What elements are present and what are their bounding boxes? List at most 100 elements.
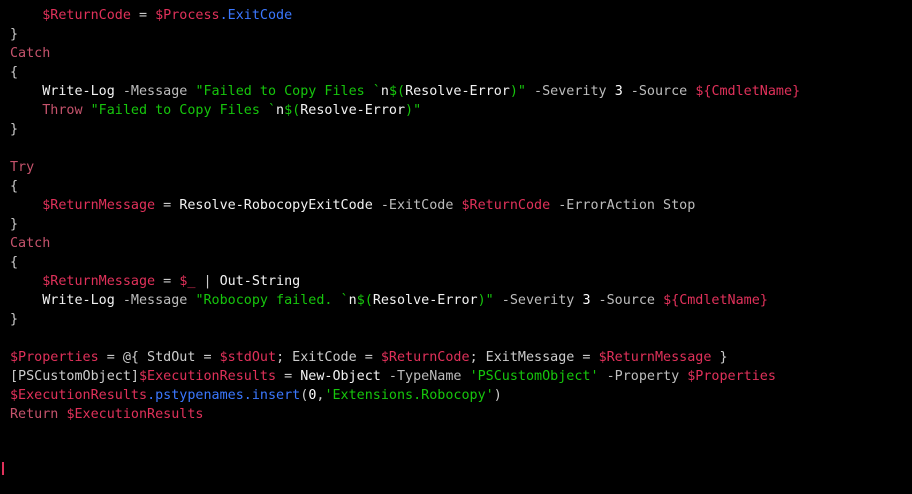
- variable-token: $ReturnCode: [461, 198, 551, 213]
- code-line: }: [10, 310, 18, 329]
- variable-token: $stdOut: [219, 350, 277, 365]
- variable-token: $Process: [155, 8, 220, 23]
- variable-token: $_: [179, 274, 196, 289]
- code-text: }: [711, 350, 728, 365]
- variable-token: $ExecutionResults: [66, 407, 204, 422]
- string-token: 'PSCustomObject': [469, 369, 599, 384]
- command-token: n: [348, 293, 357, 308]
- command-token: n: [380, 84, 389, 99]
- parameter-token: -Source: [622, 84, 696, 99]
- parameter-token: -Severity: [493, 293, 583, 308]
- text-cursor: [2, 462, 4, 475]
- string-token: )": [509, 84, 526, 99]
- code-text: }: [10, 312, 19, 327]
- string-token: "Robocopy failed. `: [195, 293, 349, 308]
- variable-token: }: [759, 293, 768, 308]
- command-token: Write-Log: [42, 293, 115, 308]
- keyword-token: Catch: [10, 236, 51, 251]
- code-text: =: [130, 8, 156, 23]
- parameter-token: -ErrorAction Stop: [550, 198, 696, 213]
- parameter-token: -Severity: [526, 84, 615, 99]
- command-token: Write-Log: [42, 84, 115, 99]
- command-token: Out-String: [219, 274, 301, 289]
- code-text: = @{ StdOut =: [98, 350, 220, 365]
- variable-token: }: [792, 84, 801, 99]
- variable-token: $ReturnMessage: [42, 198, 156, 213]
- string-token: )": [405, 103, 422, 118]
- variable-token: CmdletName: [679, 293, 760, 308]
- code-line: {: [10, 177, 18, 196]
- command-token: Resolve-Error: [372, 293, 478, 308]
- code-line: }: [10, 215, 18, 234]
- code-line: Catch: [10, 234, 50, 253]
- number-token: 3: [614, 84, 623, 99]
- variable-token: $ExecutionResults: [10, 388, 148, 403]
- code-text: ; ExitCode =: [276, 350, 381, 365]
- code-text: [PSCustomObject]: [10, 369, 139, 384]
- code-text: ): [493, 388, 502, 403]
- member-token: .pstypenames.insert: [147, 388, 301, 403]
- member-token: .ExitCode: [219, 8, 293, 23]
- variable-token: ${: [663, 293, 680, 308]
- parameter-token: -ExitCode: [372, 198, 462, 213]
- code-line: $ReturnMessage = $_ | Out-String: [10, 272, 300, 291]
- command-token: Resolve-Error: [300, 103, 406, 118]
- variable-token: $Properties: [10, 350, 99, 365]
- code-line: Return $ExecutionResults: [10, 405, 204, 424]
- variable-token: $ReturnMessage: [42, 274, 156, 289]
- command-token: n: [276, 103, 285, 118]
- code-line: Catch: [10, 44, 50, 63]
- variable-token: $ReturnCode: [380, 350, 470, 365]
- string-token: $(: [388, 84, 406, 99]
- code-text: =: [276, 369, 301, 384]
- string-token: "Failed to Copy Files `: [195, 84, 381, 99]
- code-line: [PSCustomObject]$ExecutionResults = New-…: [10, 367, 776, 386]
- string-token: "Failed to Copy Files `: [82, 103, 277, 118]
- command-token: Resolve-RobocopyExitCode: [179, 198, 373, 213]
- code-line: {: [10, 63, 18, 82]
- code-line: $ExecutionResults.pstypenames.insert(0,'…: [10, 386, 502, 405]
- code-line: {: [10, 253, 18, 272]
- code-text: }: [10, 217, 19, 232]
- code-line: Write-Log -Message "Robocopy failed. `n$…: [10, 291, 768, 310]
- code-line: Throw "Failed to Copy Files `n$(Resolve-…: [10, 101, 421, 120]
- variable-token: $ExecutionResults: [139, 369, 277, 384]
- keyword-token: Throw: [42, 103, 83, 118]
- code-line: $Properties = @{ StdOut = $stdOut; ExitC…: [10, 348, 728, 367]
- code-text: ; ExitMessage =: [469, 350, 599, 365]
- variable-token: ${: [695, 84, 712, 99]
- string-token: $(: [284, 103, 301, 118]
- code-line: }: [10, 120, 18, 139]
- code-text: =: [155, 274, 180, 289]
- code-text: {: [10, 179, 19, 194]
- number-token: 3: [582, 293, 591, 308]
- code-line: Write-Log -Message "Failed to Copy Files…: [10, 82, 800, 101]
- keyword-token: Return: [10, 407, 59, 422]
- code-text: |: [195, 274, 220, 289]
- string-token: )": [477, 293, 494, 308]
- code-line: }: [10, 25, 18, 44]
- parameter-token: -Source: [590, 293, 664, 308]
- code-text: {: [10, 255, 19, 270]
- keyword-token: Catch: [10, 46, 51, 61]
- code-line: $ReturnMessage = Resolve-RobocopyExitCod…: [10, 196, 695, 215]
- code-text: {: [10, 65, 19, 80]
- code-text: }: [10, 27, 19, 42]
- parameter-token: -Message: [114, 293, 196, 308]
- parameter-token: -Property: [598, 369, 688, 384]
- string-token: $(: [356, 293, 373, 308]
- keyword-token: Try: [10, 160, 35, 175]
- code-line: $ReturnCode = $Process.ExitCode: [10, 6, 292, 25]
- code-text: }: [10, 122, 19, 137]
- code-line: Try: [10, 158, 34, 177]
- code-text: =: [155, 198, 180, 213]
- code-editor[interactable]: $ReturnCode = $Process.ExitCode} Catch { W…: [0, 0, 912, 494]
- variable-token: $ReturnCode: [42, 8, 131, 23]
- command-token: Resolve-Error: [405, 84, 510, 99]
